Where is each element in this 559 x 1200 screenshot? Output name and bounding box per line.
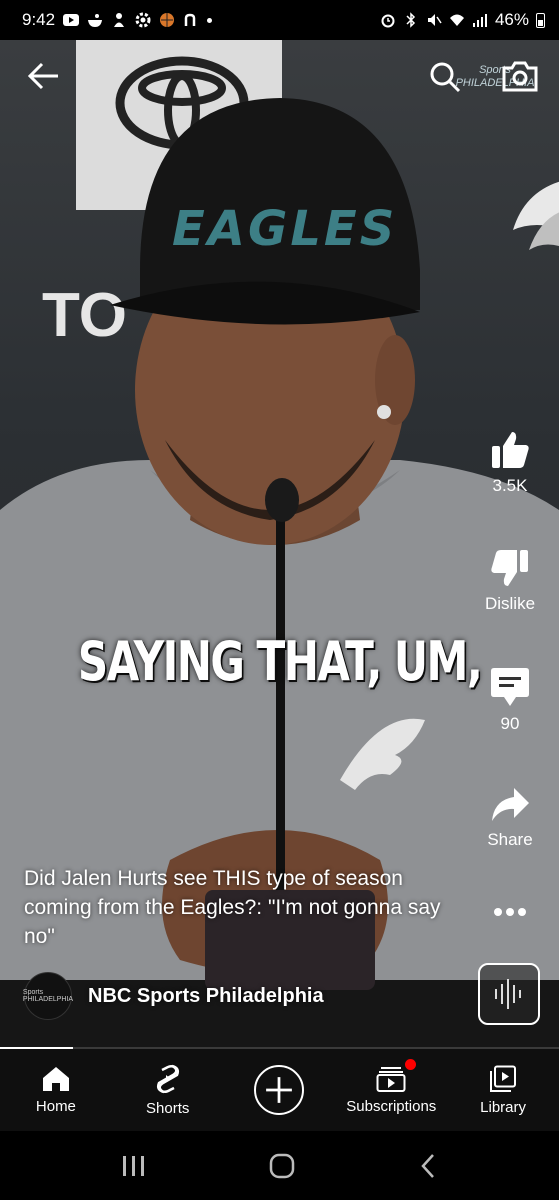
nav-shorts[interactable]: Shorts xyxy=(112,1049,224,1131)
video-title[interactable]: Did Jalen Hurts see THIS type of season … xyxy=(24,864,444,951)
create-plus-icon xyxy=(254,1065,305,1115)
search-icon[interactable] xyxy=(428,60,462,94)
wifi-icon xyxy=(449,14,464,26)
share-icon xyxy=(492,788,529,821)
nav-home[interactable]: Home xyxy=(0,1049,112,1131)
more-notifications-dot xyxy=(207,17,213,23)
battery-percent: 46% xyxy=(494,10,529,29)
dislike-label: Dislike xyxy=(484,594,536,613)
nav-library-label: Library xyxy=(480,1098,527,1116)
subscriptions-icon xyxy=(376,1066,406,1092)
comment-count: 90 xyxy=(500,714,520,733)
alarm-icon xyxy=(381,14,395,28)
system-nav-bar xyxy=(0,1131,559,1200)
sound-wave-icon xyxy=(495,979,521,1009)
like-count: 3.5K xyxy=(492,476,528,495)
nav-subscriptions[interactable]: Subscriptions xyxy=(335,1049,447,1131)
thumbs-down-icon xyxy=(491,550,528,586)
nav-create[interactable] xyxy=(224,1049,336,1131)
n-notification-icon xyxy=(184,13,196,26)
comments-button[interactable]: 90 xyxy=(470,666,550,734)
mute-icon xyxy=(427,14,442,26)
more-options-icon[interactable] xyxy=(490,900,530,924)
nav-home-label: Home xyxy=(35,1097,76,1115)
thumbs-up-icon xyxy=(492,432,529,468)
status-bar: 9:42 46% xyxy=(0,0,559,40)
sound-button[interactable] xyxy=(478,963,540,1025)
figure-notification-icon xyxy=(114,13,125,27)
status-time: 9:42 xyxy=(22,10,56,29)
share-label: Share xyxy=(487,830,533,849)
battery-icon xyxy=(536,13,545,28)
share-button[interactable]: Share xyxy=(470,786,550,850)
like-button[interactable]: 3.5K xyxy=(470,430,550,496)
back-system-icon[interactable] xyxy=(418,1153,438,1179)
shorts-icon xyxy=(156,1064,179,1093)
home-icon xyxy=(42,1066,69,1091)
channel-name[interactable]: NBC Sports Philadelphia xyxy=(88,985,324,1008)
nav-subscriptions-label: Subscriptions xyxy=(346,1097,437,1115)
channel-avatar[interactable]: Sports PHILADELPHIA xyxy=(23,972,73,1020)
signal-icon xyxy=(472,14,487,27)
camera-icon[interactable] xyxy=(500,58,540,94)
dislike-button[interactable]: Dislike xyxy=(470,548,550,614)
bottom-nav: Home Shorts Subscriptions Library xyxy=(0,1049,559,1131)
svg-text:EAGLES: EAGLES xyxy=(172,201,397,257)
recent-apps-icon[interactable] xyxy=(121,1154,147,1178)
notification-badge xyxy=(404,1059,416,1070)
nav-library[interactable]: Library xyxy=(447,1049,559,1131)
bluetooth-icon xyxy=(406,12,416,28)
library-icon xyxy=(490,1065,517,1092)
gear-notification-icon xyxy=(135,12,151,28)
nav-shorts-label: Shorts xyxy=(146,1099,190,1117)
top-bar: Sports PHILADELPHIA xyxy=(0,40,559,110)
back-arrow-icon[interactable] xyxy=(24,58,64,94)
sports-notification-icon xyxy=(160,13,175,27)
video-caption: SAYING THAT, UM, xyxy=(77,630,483,693)
youtube-notification-icon xyxy=(63,14,80,26)
channel-row[interactable]: Sports PHILADELPHIA NBC Sports Philadelp… xyxy=(23,970,324,1022)
home-system-icon[interactable] xyxy=(269,1153,295,1179)
comment-icon xyxy=(491,668,529,706)
bowl-notification-icon xyxy=(88,14,103,27)
